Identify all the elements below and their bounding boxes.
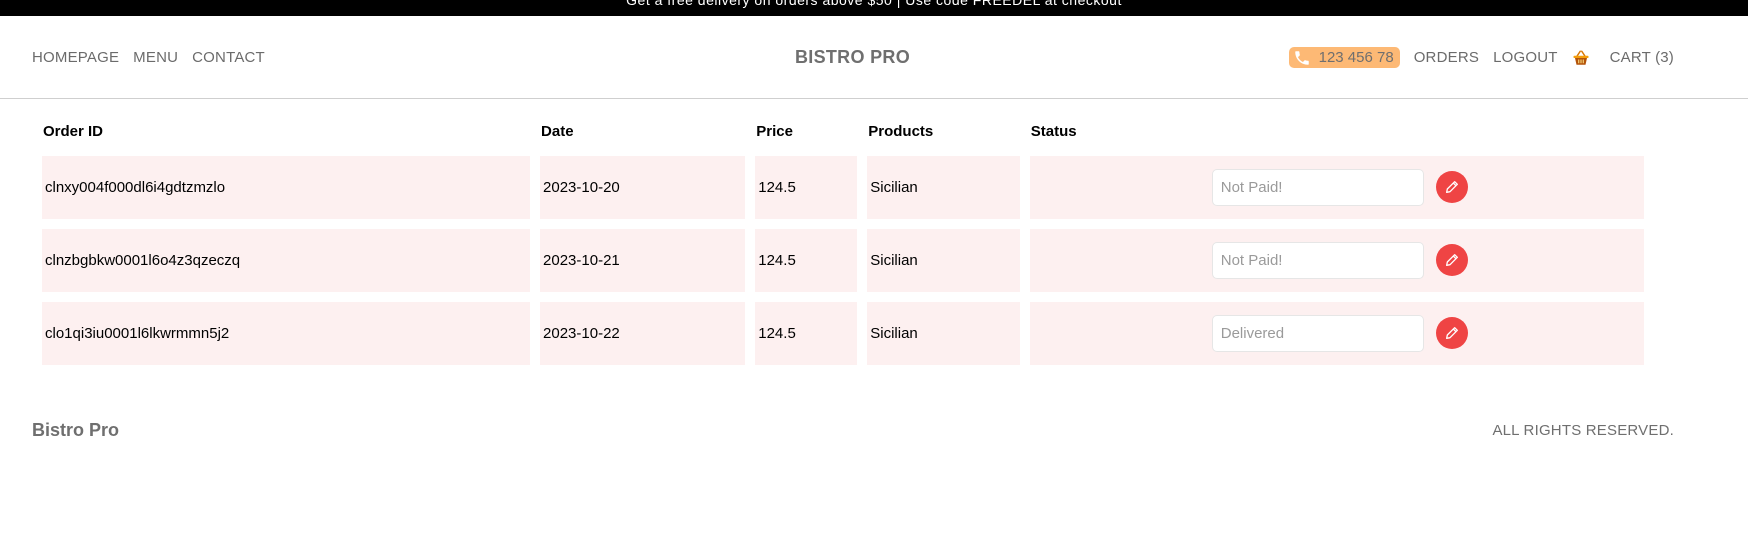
edit-status-button[interactable] (1435, 171, 1468, 203)
table-row: clnxy004f000dl6i4gdtzmzlo 2023-10-20 124… (42, 156, 1644, 219)
table-header-row: Order ID Date Price Products Status (42, 116, 1644, 146)
footer-brand: Bistro Pro (32, 420, 120, 440)
edit-status-button[interactable] (1435, 244, 1468, 276)
table-row: clnzbgbkw0001l6o4z3qzeczq 2023-10-21 124… (42, 229, 1644, 292)
nav-cart-link[interactable]: CART (3) (1610, 49, 1674, 66)
order-date-cell: 2023-10-22 (540, 302, 746, 365)
status-input[interactable] (1211, 169, 1424, 206)
order-id-cell: clnzbgbkw0001l6o4z3qzeczq (42, 229, 531, 292)
nav-menu-link[interactable]: MENU (133, 49, 178, 66)
announcement-bar: Get a free delivery on orders above $50 … (0, 0, 1748, 16)
status-input[interactable] (1211, 315, 1424, 352)
site-footer: Bistro Pro ALL RIGHTS RESERVED. (0, 410, 1748, 454)
nav-homepage-link[interactable]: HOMEPAGE (32, 49, 119, 66)
order-products-cell: Sicilian (867, 156, 1020, 219)
order-id-cell: clnxy004f000dl6i4gdtzmzlo (42, 156, 531, 219)
order-products-cell: Sicilian (867, 229, 1020, 292)
order-price-cell: 124.5 (755, 302, 858, 365)
primary-nav: HOMEPAGE MENU CONTACT (32, 16, 265, 99)
order-price-cell: 124.5 (755, 229, 858, 292)
edit-status-button[interactable] (1435, 317, 1468, 349)
order-date-cell: 2023-10-21 (540, 229, 746, 292)
pencil-icon (1445, 181, 1458, 193)
order-status-cell (1029, 302, 1644, 365)
nav-logout-link[interactable]: LOGOUT (1493, 49, 1558, 66)
pencil-icon (1445, 327, 1458, 339)
site-header: HOMEPAGE MENU CONTACT BISTRO PRO 123 456… (0, 16, 1748, 99)
table-row: clo1qi3iu0001l6lkwrmmn5j2 2023-10-22 124… (42, 302, 1644, 365)
order-id-cell: clo1qi3iu0001l6lkwrmmn5j2 (42, 302, 531, 365)
pencil-icon (1445, 254, 1458, 266)
shopping-basket-icon[interactable] (1572, 49, 1590, 67)
account-nav: 123 456 78 ORDERS LOGOUT CART (3) (1288, 16, 1674, 99)
order-status-cell (1029, 156, 1644, 219)
order-products-cell: Sicilian (867, 302, 1020, 365)
nav-orders-link[interactable]: ORDERS (1414, 49, 1479, 66)
footer-copyright: ALL RIGHTS RESERVED. (1492, 422, 1674, 439)
phone-number: 123 456 78 (1318, 49, 1394, 66)
order-price-cell: 124.5 (755, 156, 858, 219)
column-header-price: Price (756, 122, 793, 140)
column-header-products: Products (868, 122, 934, 140)
order-date-cell: 2023-10-20 (540, 156, 746, 219)
column-header-date: Date (541, 122, 574, 140)
column-header-status: Status (1030, 122, 1077, 140)
order-status-cell (1029, 229, 1644, 292)
nav-contact-link[interactable]: CONTACT (192, 49, 265, 66)
status-input[interactable] (1211, 242, 1424, 279)
phone-icon (1294, 50, 1309, 65)
phone-number-badge[interactable]: 123 456 78 (1288, 47, 1400, 68)
column-header-order-id: Order ID (43, 122, 104, 140)
orders-table: Order ID Date Price Products Status clnx… (32, 106, 1654, 375)
announcement-text: Get a free delivery on orders above $50 … (626, 0, 1122, 8)
